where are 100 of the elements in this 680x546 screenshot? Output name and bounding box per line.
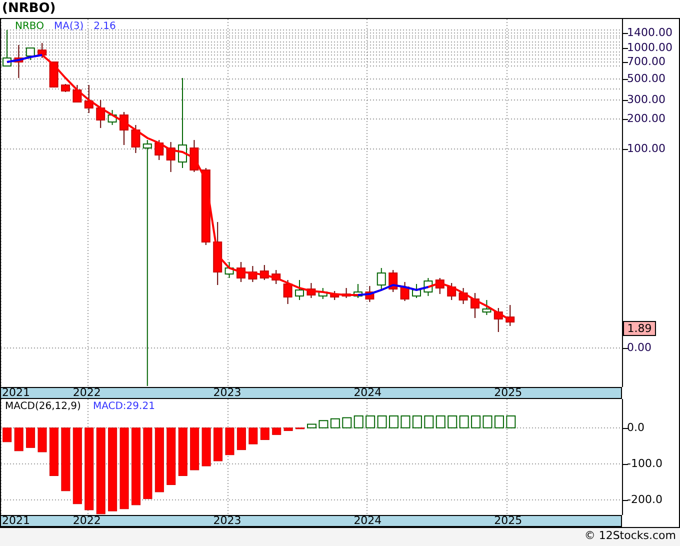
macd-bar [190, 428, 200, 470]
price-axis-label: 0.00 [627, 342, 652, 354]
macd-bar [366, 415, 376, 428]
macd-bar [494, 415, 504, 428]
candle [272, 270, 281, 284]
macd-bar [49, 428, 58, 476]
macd-bar [412, 415, 422, 428]
macd-bar [260, 428, 270, 440]
macd-bar [214, 428, 223, 462]
candle [248, 266, 258, 282]
macd-bar [448, 415, 458, 428]
candle [400, 282, 410, 302]
candle [38, 42, 47, 58]
year-label: 2021 [2, 514, 30, 528]
price-axis-label: 300.00 [627, 94, 666, 106]
candle [482, 300, 492, 316]
price-axis-label: 200.00 [627, 113, 666, 125]
year-label: 2024 [354, 514, 382, 528]
macd-axis-label: -100.0 [627, 458, 662, 470]
indicator-label: MA(3) [54, 21, 84, 33]
last-price-label: 1.89 [623, 321, 656, 336]
macd-bar [154, 428, 164, 492]
macd-bar [284, 428, 293, 431]
macd-bar [342, 417, 352, 428]
year-label: 2024 [354, 386, 382, 400]
macd-bar [236, 428, 246, 450]
candle [61, 84, 70, 92]
macd-axis-label: -200.0 [627, 494, 662, 506]
year-label: 2025 [494, 386, 522, 400]
price-axis-label: 500.00 [627, 73, 666, 85]
macd-bar [225, 428, 234, 456]
year-label: 2023 [213, 514, 242, 528]
macd-bar [38, 428, 47, 452]
candle [14, 44, 24, 78]
candle [306, 282, 316, 298]
candle [412, 284, 421, 298]
candle [84, 84, 94, 114]
symbol-label: NRBO [15, 21, 44, 33]
macd-bar [14, 428, 24, 452]
candle [236, 262, 246, 282]
year-label: 2022 [72, 514, 101, 528]
copyright-text: © 12Stocks.com [584, 529, 676, 543]
macd-axis-label: 0.0 [627, 422, 644, 434]
candle [354, 284, 362, 298]
candle [470, 292, 480, 318]
candle [376, 268, 386, 290]
macd-bar [377, 415, 387, 428]
candle [49, 62, 58, 88]
macd-bar [459, 415, 469, 428]
candle [213, 222, 222, 286]
candle [295, 280, 304, 300]
candle [2, 30, 12, 66]
macd-value: MACD:29.21 [92, 401, 155, 413]
macd-label: MACD(26,12,9) [5, 401, 81, 413]
macd-bar [202, 428, 211, 466]
candle [260, 264, 269, 280]
macd-bar [400, 415, 410, 428]
indicator-value: 2.16 [94, 21, 116, 33]
candle [494, 308, 503, 332]
candle [506, 304, 515, 326]
macd-bar [143, 428, 152, 500]
candle [131, 124, 140, 154]
macd-bar [436, 415, 446, 428]
macd-bar [330, 418, 340, 428]
candle [365, 286, 374, 302]
price-axis-label: 1400.00 [627, 27, 672, 39]
price-axis-label: 700.00 [627, 56, 666, 68]
candle [342, 288, 351, 298]
candle [458, 288, 468, 304]
macd-bar [506, 415, 516, 428]
candle [96, 100, 106, 128]
candle [190, 140, 199, 172]
price-axis-label: 100.00 [627, 143, 666, 155]
macd-bar [318, 420, 328, 428]
candle [330, 290, 340, 300]
price-axis-label: 1000.00 [627, 42, 672, 54]
year-label: 2023 [213, 386, 242, 400]
year-label: 2021 [2, 386, 30, 400]
macd-bar [389, 415, 399, 428]
macd-bar [272, 428, 282, 435]
candle [435, 278, 444, 294]
macd-bar [2, 428, 12, 442]
candle [120, 112, 128, 146]
candle [166, 142, 176, 172]
macd-bar [26, 428, 36, 448]
macd-bar [424, 415, 434, 428]
year-label: 2025 [494, 514, 522, 528]
macd-bar [471, 415, 481, 428]
candle [154, 140, 164, 160]
candle [318, 288, 328, 300]
chart-title: (NRBO) [1, 0, 57, 18]
candle [224, 262, 234, 278]
macd-bar [166, 428, 176, 485]
candle [283, 280, 292, 304]
macd-bar [178, 428, 188, 476]
year-label: 2022 [72, 386, 101, 400]
candle [424, 278, 433, 296]
candle [108, 110, 117, 126]
candle [388, 270, 398, 292]
macd-bar [354, 415, 364, 428]
